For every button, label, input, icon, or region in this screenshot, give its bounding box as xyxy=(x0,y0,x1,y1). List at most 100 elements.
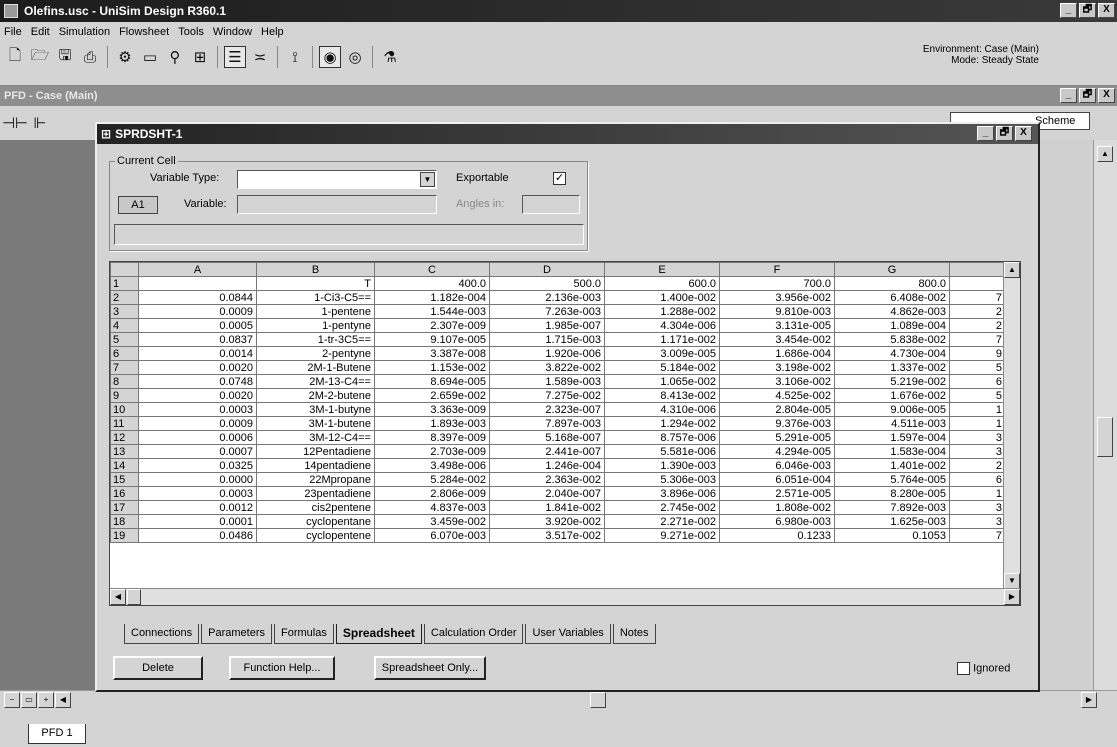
table-cell[interactable]: 2.804e-005 xyxy=(719,402,835,417)
table-cell[interactable]: 0.0748 xyxy=(138,374,257,389)
ignored-checkbox[interactable] xyxy=(957,662,970,675)
table-cell[interactable]: 7.892e-003 xyxy=(834,500,950,515)
table-cell[interactable]: 1.065e-002 xyxy=(604,374,720,389)
column-header[interactable]: E xyxy=(604,262,720,277)
tab-notes[interactable]: Notes xyxy=(612,624,656,644)
table-cell[interactable]: 9.271e-002 xyxy=(604,528,720,543)
table-cell[interactable]: 0.0486 xyxy=(138,528,257,543)
scroll-thumb-horizontal[interactable] xyxy=(590,692,606,708)
table-cell[interactable]: 4.294e-005 xyxy=(719,444,835,459)
table-cell[interactable]: 1.676e-002 xyxy=(834,388,950,403)
table-cell[interactable]: 1.246e-004 xyxy=(489,458,605,473)
table-cell[interactable]: 700.0 xyxy=(719,276,835,291)
table-cell[interactable]: 5.838e-002 xyxy=(834,332,950,347)
table-cell[interactable]: 2.323e-007 xyxy=(489,402,605,417)
scroll-left-icon[interactable]: ◀ xyxy=(55,692,71,708)
chevron-down-icon[interactable]: ▼ xyxy=(420,172,435,187)
pfd-tool-icon[interactable]: ⊩ xyxy=(29,112,51,134)
table-cell[interactable]: 3M-1-butene xyxy=(256,416,375,431)
row-header[interactable]: 14 xyxy=(110,458,139,473)
table-cell[interactable]: 1 xyxy=(949,486,1006,501)
variable-field[interactable] xyxy=(237,195,437,214)
table-cell[interactable]: cyclopentene xyxy=(256,528,375,543)
table-cell[interactable]: 12Pentadiene xyxy=(256,444,375,459)
table-cell[interactable]: 3.896e-006 xyxy=(604,486,720,501)
grid-horizontal-scrollbar[interactable]: ◀ ▶ xyxy=(110,588,1020,605)
column-header[interactable]: F xyxy=(719,262,835,277)
table-cell[interactable]: 1.171e-002 xyxy=(604,332,720,347)
table-cell[interactable]: 8.694e-005 xyxy=(374,374,490,389)
table-cell[interactable]: 0.0001 xyxy=(138,514,257,529)
table-cell[interactable]: 8.397e-009 xyxy=(374,430,490,445)
print-icon[interactable]: ⎙ xyxy=(79,46,101,68)
tab-parameters[interactable]: Parameters xyxy=(201,624,273,644)
table-cell[interactable]: 6 xyxy=(949,374,1006,389)
pfd-restore-button[interactable]: 🗗 xyxy=(1079,88,1096,103)
table-cell[interactable]: 0.1233 xyxy=(719,528,835,543)
table-cell[interactable]: 0.0020 xyxy=(138,360,257,375)
column-header[interactable]: C xyxy=(374,262,490,277)
table-cell[interactable]: 1.288e-002 xyxy=(604,304,720,319)
table-cell[interactable]: 2.040e-007 xyxy=(489,486,605,501)
ss-restore-button[interactable]: 🗗 xyxy=(996,126,1013,141)
table-cell[interactable]: 2.659e-002 xyxy=(374,388,490,403)
table-cell[interactable]: 2.307e-009 xyxy=(374,318,490,333)
column-header[interactable] xyxy=(949,262,1006,277)
table-cell[interactable]: 7 xyxy=(949,528,1006,543)
table-cell[interactable]: 1.153e-002 xyxy=(374,360,490,375)
table-cell[interactable]: 5.284e-002 xyxy=(374,472,490,487)
find-icon[interactable]: ⚲ xyxy=(164,46,186,68)
table-cell[interactable]: 1.597e-004 xyxy=(834,430,950,445)
table-cell[interactable]: 5.291e-005 xyxy=(719,430,835,445)
row-header[interactable]: 10 xyxy=(110,402,139,417)
table-cell[interactable]: 0.0844 xyxy=(138,290,257,305)
grid-scroll-right-icon[interactable]: ▶ xyxy=(1004,589,1020,605)
table-cell[interactable]: 0.1053 xyxy=(834,528,950,543)
table-cell[interactable]: 2M-2-butene xyxy=(256,388,375,403)
table-cell[interactable]: 3.131e-005 xyxy=(719,318,835,333)
grid-vertical-scrollbar[interactable]: ▲ ▼ xyxy=(1003,262,1020,589)
table-cell[interactable]: 3.009e-005 xyxy=(604,346,720,361)
table-cell[interactable]: 2.571e-005 xyxy=(719,486,835,501)
row-header[interactable]: 2 xyxy=(110,290,139,305)
open-folder-icon[interactable]: 🗁 xyxy=(29,46,51,68)
table-cell[interactable]: 6.070e-003 xyxy=(374,528,490,543)
column-header[interactable]: A xyxy=(138,262,257,277)
row-header[interactable]: 18 xyxy=(110,514,139,529)
table-cell[interactable]: 2.703e-009 xyxy=(374,444,490,459)
table-cell[interactable]: 5 xyxy=(949,388,1006,403)
table-cell[interactable]: 7.897e-003 xyxy=(489,416,605,431)
table-cell[interactable]: 3.106e-002 xyxy=(719,374,835,389)
tab-pfd-1[interactable]: PFD 1 xyxy=(28,724,86,744)
table-cell[interactable]: 4.304e-006 xyxy=(604,318,720,333)
table-cell[interactable]: 4.511e-003 xyxy=(834,416,950,431)
column-header[interactable]: B xyxy=(256,262,375,277)
row-header[interactable]: 12 xyxy=(110,430,139,445)
table-cell[interactable]: 0.0012 xyxy=(138,500,257,515)
table-cell[interactable]: 4.730e-004 xyxy=(834,346,950,361)
restore-button[interactable]: 🗗 xyxy=(1079,3,1096,18)
table-cell[interactable]: 6 xyxy=(949,472,1006,487)
menu-help[interactable]: Help xyxy=(261,26,284,38)
menu-file[interactable]: File xyxy=(4,26,22,38)
table-cell[interactable]: 1.337e-002 xyxy=(834,360,950,375)
row-header[interactable]: 7 xyxy=(110,360,139,375)
table-cell[interactable]: 1.390e-003 xyxy=(604,458,720,473)
table-cell[interactable]: 3.387e-008 xyxy=(374,346,490,361)
menu-flowsheet[interactable]: Flowsheet xyxy=(119,26,169,38)
row-header[interactable]: 19 xyxy=(110,528,139,543)
table-cell[interactable]: 2 xyxy=(949,458,1006,473)
table-cell[interactable]: 4.310e-006 xyxy=(604,402,720,417)
table-cell[interactable]: 8.757e-006 xyxy=(604,430,720,445)
pfd-tool-icon[interactable]: ⊣⊢ xyxy=(2,112,28,134)
table-cell[interactable]: 4.862e-003 xyxy=(834,304,950,319)
row-header[interactable]: 4 xyxy=(110,318,139,333)
pfd-minimize-button[interactable]: _ xyxy=(1060,88,1077,103)
table-cell[interactable]: 5 xyxy=(949,360,1006,375)
tab-connections[interactable]: Connections xyxy=(124,624,200,644)
table-cell[interactable]: 6.408e-002 xyxy=(834,290,950,305)
table-cell[interactable]: 4.525e-002 xyxy=(719,388,835,403)
tab-formulas[interactable]: Formulas xyxy=(274,624,334,644)
table-cell[interactable]: 5.764e-005 xyxy=(834,472,950,487)
row-header[interactable]: 8 xyxy=(110,374,139,389)
